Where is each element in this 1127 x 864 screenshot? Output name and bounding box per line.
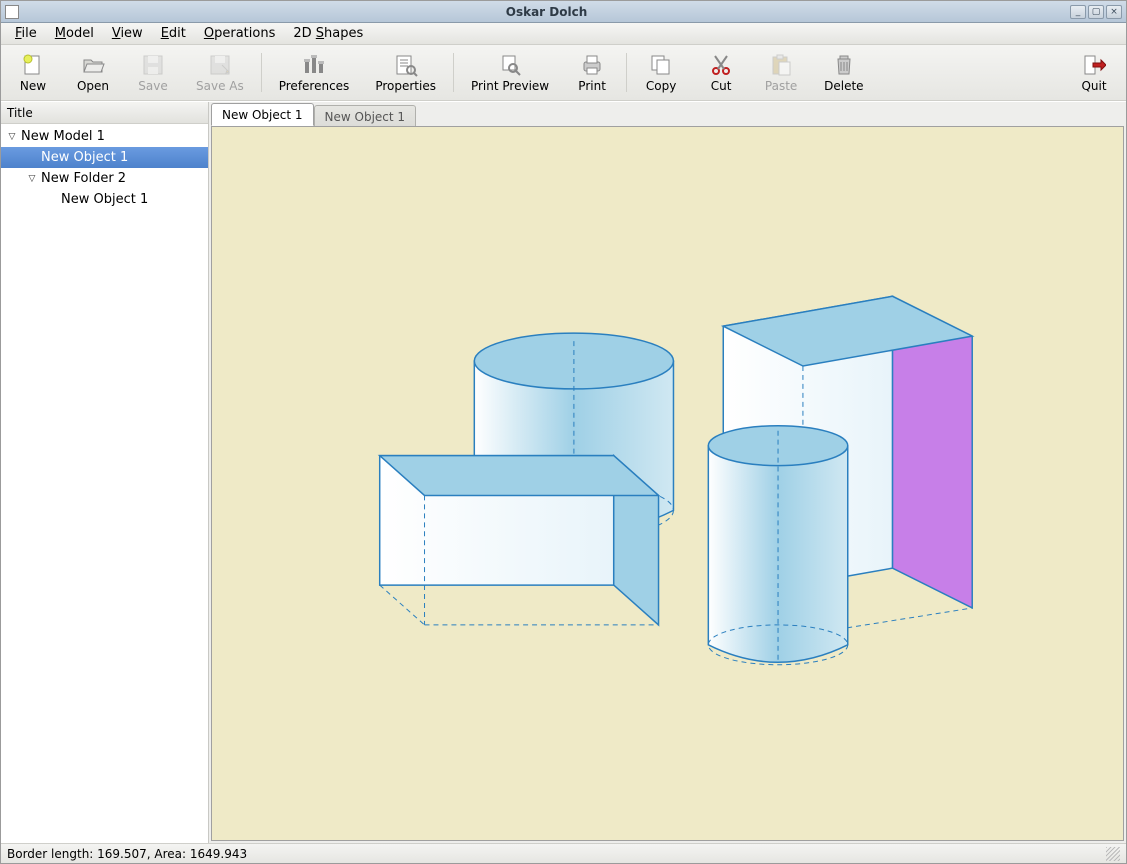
print-preview-icon <box>498 53 522 77</box>
properties-button[interactable]: Properties <box>362 47 449 98</box>
canvas[interactable] <box>211 126 1124 841</box>
open-button[interactable]: Open <box>63 47 123 98</box>
new-icon <box>21 53 45 77</box>
tree-item-object[interactable]: New Object 1 <box>1 189 208 210</box>
toolbar: New Open Save Save As Preferences Proper… <box>1 45 1126 101</box>
menu-edit[interactable]: Edit <box>153 24 194 43</box>
properties-icon <box>394 53 418 77</box>
print-button[interactable]: Print <box>562 47 622 98</box>
preferences-icon <box>302 53 326 77</box>
delete-icon <box>832 53 856 77</box>
toolbar-spacer <box>877 47 1064 98</box>
quit-button[interactable]: Quit <box>1064 47 1124 98</box>
menubar: File Model View Edit Operations 2D Shape… <box>1 23 1126 45</box>
menu-model[interactable]: Model <box>47 24 102 43</box>
delete-button[interactable]: Delete <box>811 47 876 98</box>
shapes-viewport <box>212 127 1123 840</box>
tree-item-model[interactable]: ▽ New Model 1 <box>1 126 208 147</box>
main-area: Title ▽ New Model 1 New Object 1 ▽ New F… <box>1 101 1126 843</box>
copy-icon <box>649 53 673 77</box>
save-button: Save <box>123 47 183 98</box>
toolbar-separator <box>261 53 262 92</box>
shape-box-long[interactable] <box>380 456 659 625</box>
content-area: New Object 1 New Object 1 <box>209 102 1126 843</box>
cut-button[interactable]: Cut <box>691 47 751 98</box>
print-icon <box>580 53 604 77</box>
resize-grip[interactable] <box>1106 847 1120 861</box>
close-button[interactable]: × <box>1106 5 1122 19</box>
window-controls: _ ▢ × <box>1070 5 1122 19</box>
sidebar-header[interactable]: Title <box>1 102 208 124</box>
cut-icon <box>709 53 733 77</box>
tab-object-2[interactable]: New Object 1 <box>314 105 417 127</box>
model-tree[interactable]: ▽ New Model 1 New Object 1 ▽ New Folder … <box>1 124 208 843</box>
maximize-button[interactable]: ▢ <box>1088 5 1104 19</box>
sidebar: Title ▽ New Model 1 New Object 1 ▽ New F… <box>1 102 209 843</box>
save-as-icon <box>208 53 232 77</box>
status-text: Border length: 169.507, Area: 1649.943 <box>7 847 247 861</box>
new-button[interactable]: New <box>3 47 63 98</box>
app-window: Oskar Dolch _ ▢ × File Model View Edit O… <box>0 0 1127 864</box>
paste-icon <box>769 53 793 77</box>
menu-operations[interactable]: Operations <box>196 24 283 43</box>
app-icon <box>5 5 19 19</box>
tree-item-folder[interactable]: ▽ New Folder 2 <box>1 168 208 189</box>
expander-icon[interactable]: ▽ <box>5 130 19 144</box>
quit-icon <box>1082 53 1106 77</box>
tabs: New Object 1 New Object 1 <box>209 102 1126 126</box>
menu-file[interactable]: File <box>7 24 45 43</box>
statusbar: Border length: 169.507, Area: 1649.943 <box>1 843 1126 863</box>
menu-2d-shapes[interactable]: 2D Shapes <box>285 24 371 43</box>
preferences-button[interactable]: Preferences <box>266 47 363 98</box>
window-title: Oskar Dolch <box>23 5 1070 19</box>
titlebar[interactable]: Oskar Dolch _ ▢ × <box>1 1 1126 23</box>
open-icon <box>81 53 105 77</box>
tree-item-object[interactable]: New Object 1 <box>1 147 208 168</box>
expander-icon[interactable]: ▽ <box>25 172 39 186</box>
print-preview-button[interactable]: Print Preview <box>458 47 562 98</box>
tab-object-1[interactable]: New Object 1 <box>211 103 314 126</box>
copy-button[interactable]: Copy <box>631 47 691 98</box>
paste-button: Paste <box>751 47 811 98</box>
menu-view[interactable]: View <box>104 24 151 43</box>
minimize-button[interactable]: _ <box>1070 5 1086 19</box>
toolbar-separator <box>453 53 454 92</box>
save-icon <box>141 53 165 77</box>
shape-cylinder-small[interactable] <box>708 426 847 665</box>
toolbar-separator <box>626 53 627 92</box>
save-as-button: Save As <box>183 47 257 98</box>
